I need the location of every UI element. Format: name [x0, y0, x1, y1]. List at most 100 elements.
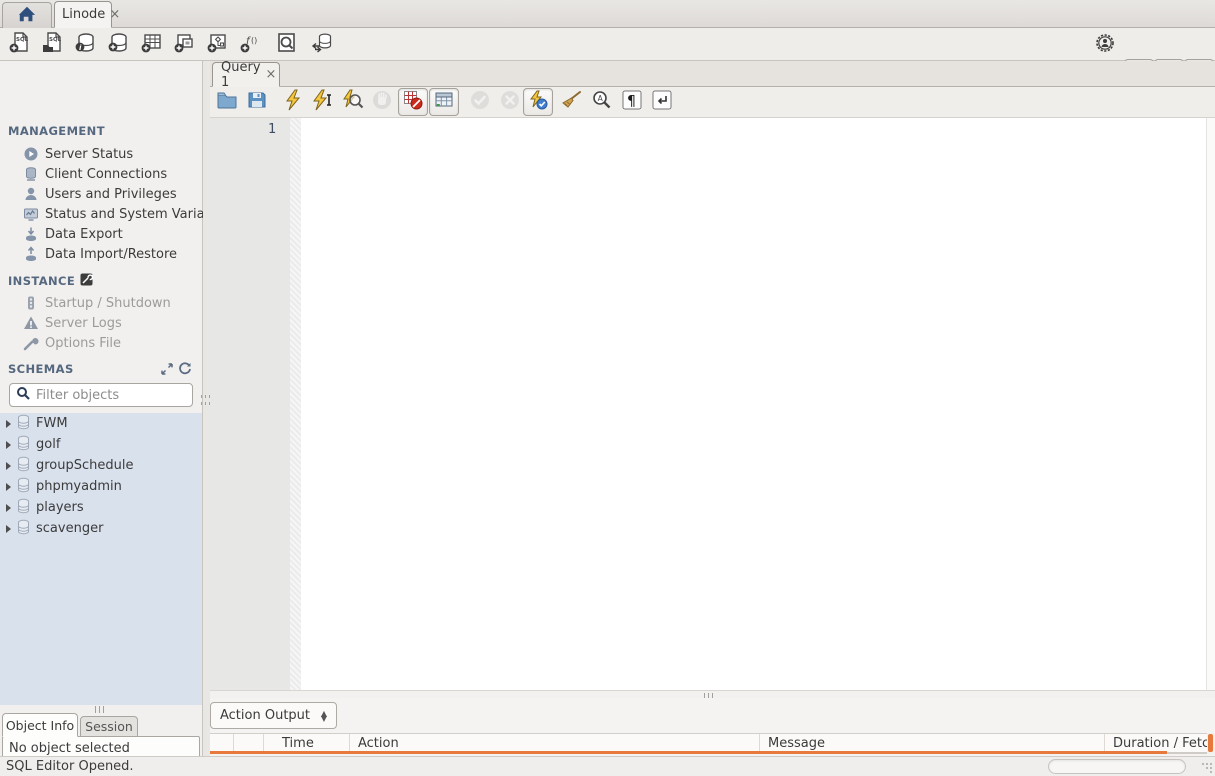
execute-statement-button[interactable]: [310, 89, 336, 115]
svg-text:SQL: SQL: [49, 37, 62, 43]
connection-tab[interactable]: Linode ×: [54, 1, 120, 28]
progress-bar: [1048, 759, 1186, 774]
sidebar-item-server-logs[interactable]: Server Logs: [0, 313, 203, 333]
find-button[interactable]: A: [589, 89, 615, 115]
object-info-text: No object selected: [9, 741, 130, 756]
sidebar-item-label: Server Status: [45, 146, 134, 162]
expander-icon[interactable]: [6, 461, 11, 470]
schema-label: phpmyadmin: [36, 479, 122, 494]
open-file-button[interactable]: [214, 89, 240, 115]
query-tab-label: Query 1: [221, 59, 261, 90]
expander-icon[interactable]: [6, 503, 11, 512]
stop-button[interactable]: [369, 89, 395, 115]
find-icon: A: [591, 89, 613, 115]
toggle-word-wrap-button[interactable]: [649, 89, 675, 115]
sidebar-item-options-file[interactable]: Options File: [0, 333, 203, 353]
preferences-button[interactable]: [1091, 31, 1119, 58]
new-view-button[interactable]: [170, 31, 198, 58]
beautify-button[interactable]: [558, 89, 584, 115]
schema-row-groupschedule[interactable]: groupSchedule: [0, 455, 202, 476]
status-bar: SQL Editor Opened.: [0, 756, 1215, 776]
new-connection-button[interactable]: [104, 31, 132, 58]
sidebar-item-client-connections[interactable]: Client Connections: [0, 164, 203, 184]
sidebar-horizontal-splitter[interactable]: [0, 705, 202, 713]
output-panel: Action Output ▲ ▼ Time Action Message Dur…: [210, 698, 1215, 756]
tab-query-1[interactable]: Query 1 ×: [212, 59, 280, 90]
save-icon: [247, 90, 267, 114]
search-objects-icon: [275, 31, 298, 58]
rollback-button[interactable]: [497, 89, 523, 115]
output-view-selector[interactable]: Action Output ▲ ▼: [210, 702, 337, 729]
reconnect-db-button[interactable]: [308, 31, 336, 58]
commit-button[interactable]: [467, 89, 493, 115]
execute-button[interactable]: [280, 89, 306, 115]
expander-icon[interactable]: [6, 419, 11, 428]
schema-icon: [16, 477, 31, 497]
execute-bolt-icon: [283, 89, 303, 115]
window-resize-grip[interactable]: [1201, 762, 1213, 774]
pilcrow-icon: ¶: [621, 89, 643, 115]
sidebar-item-server-status[interactable]: Server Status: [0, 144, 203, 164]
schema-row-golf[interactable]: golf: [0, 434, 202, 455]
schema-row-players[interactable]: players: [0, 497, 202, 518]
explain-icon: [342, 89, 364, 115]
close-icon[interactable]: ×: [266, 67, 277, 82]
toggle-invisibles-button[interactable]: ¶: [619, 89, 645, 115]
stop-hand-icon: [371, 89, 393, 115]
toggle-autocommit-button[interactable]: [523, 88, 553, 116]
sidebar-item-users-privileges[interactable]: Users and Privileges: [0, 184, 203, 204]
schema-filter-box: [9, 383, 193, 407]
expander-icon[interactable]: [6, 482, 11, 491]
client-connections-icon: [22, 166, 39, 183]
expander-icon[interactable]: [6, 440, 11, 449]
editor-vertical-scrollbar[interactable]: [1206, 118, 1215, 751]
server-status-icon: [22, 146, 39, 163]
refresh-schemas-icon[interactable]: [178, 362, 192, 380]
sidebar-item-data-export[interactable]: Data Export: [0, 224, 203, 244]
preferences-icon: [1094, 32, 1116, 58]
open-sql-script-button[interactable]: SQL: [38, 31, 66, 58]
new-function-icon: f (): [239, 31, 262, 58]
sidebar-item-system-variables[interactable]: Status and System Variables: [0, 204, 231, 224]
svg-text:(): (): [251, 36, 257, 45]
word-wrap-icon: [651, 89, 673, 115]
save-button[interactable]: [244, 89, 270, 115]
window-tab-bar: Linode ×: [0, 0, 1215, 28]
expander-icon[interactable]: [6, 524, 11, 533]
output-header-accent: [210, 751, 1167, 754]
sidebar-item-label: Server Logs: [45, 315, 122, 331]
tab-label: Object Info: [5, 717, 75, 733]
main-toolbar: SQL SQL i f (): [0, 28, 1215, 87]
schema-row-fwm[interactable]: FWM: [0, 413, 202, 434]
new-table-button[interactable]: [137, 31, 165, 58]
output-table-header: Time Action Message Duration / Fetch: [210, 733, 1207, 753]
new-sql-script-button[interactable]: SQL: [5, 31, 33, 58]
sidebar-item-label: Data Import/Restore: [45, 246, 178, 262]
new-function-button[interactable]: f (): [236, 31, 264, 58]
schema-row-phpmyadmin[interactable]: phpmyadmin: [0, 476, 202, 497]
search-objects-button[interactable]: [272, 31, 300, 58]
toggle-stop-on-error-button[interactable]: [398, 88, 428, 116]
schema-icon: [16, 498, 31, 518]
expand-schemas-icon[interactable]: [160, 362, 174, 380]
new-procedure-button[interactable]: [203, 31, 231, 58]
explain-button[interactable]: [340, 89, 366, 115]
sidebar-item-data-import[interactable]: Data Import/Restore: [0, 244, 203, 264]
schema-row-scavenger[interactable]: scavenger: [0, 518, 202, 539]
connection-info-button[interactable]: i: [71, 31, 99, 58]
output-vertical-scrollbar[interactable]: [1207, 733, 1215, 754]
schema-filter-input[interactable]: [36, 387, 176, 403]
toggle-limit-rows-button[interactable]: [429, 88, 459, 116]
scrollbar-thumb[interactable]: [1208, 734, 1213, 752]
tab-session[interactable]: Session: [80, 716, 138, 737]
vertical-splitter[interactable]: [201, 61, 211, 756]
editor-text-area[interactable]: [301, 118, 1206, 751]
spinner-arrows-icon: ▲ ▼: [320, 708, 327, 723]
sidebar-item-startup-shutdown[interactable]: Startup / Shutdown: [0, 293, 203, 313]
home-tab[interactable]: [2, 2, 52, 28]
tab-object-info[interactable]: Object Info: [2, 713, 78, 737]
navigator-sidebar: MANAGEMENT Server Status Client Connecti…: [0, 61, 231, 776]
close-icon[interactable]: ×: [109, 7, 120, 22]
sql-code-editor[interactable]: 1: [210, 118, 1215, 751]
reconnect-db-icon: [311, 31, 334, 58]
